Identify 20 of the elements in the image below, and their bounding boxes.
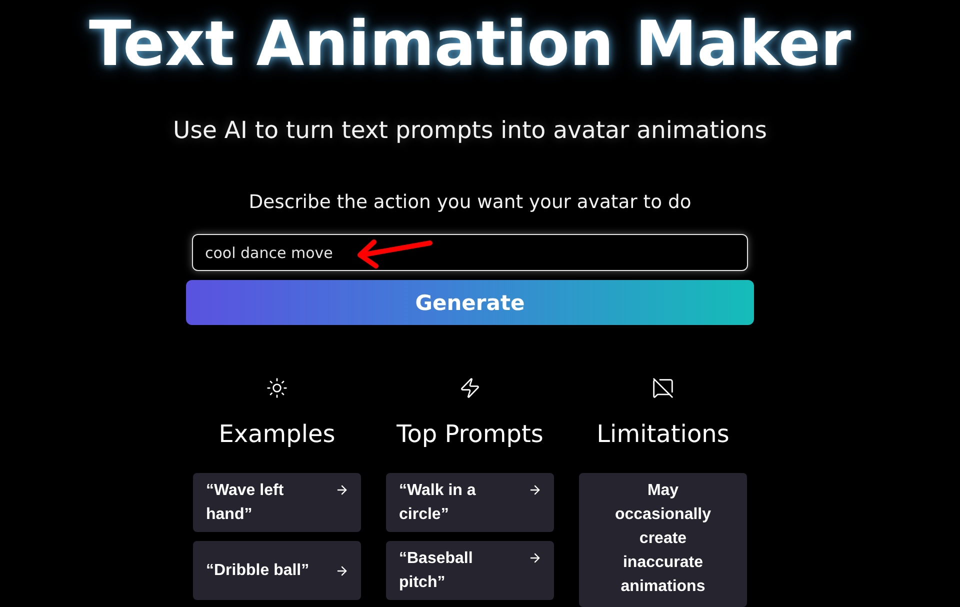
section-heading: Examples <box>218 419 336 449</box>
prompt-card[interactable]: “Wave left hand” <box>193 473 361 532</box>
limitation-note: May occasionally create inaccurate animations <box>579 473 747 607</box>
lightning-icon <box>459 377 481 399</box>
arrow-right-icon <box>528 483 542 497</box>
prompt-input-field[interactable]: cool dance move <box>192 234 748 271</box>
arrow-right-icon <box>528 551 542 565</box>
page-title: Text Animation Maker <box>88 6 852 82</box>
prompt-card[interactable]: “Baseball pitch” <box>386 541 554 600</box>
annotation-arrow-icon <box>356 238 434 270</box>
prompt-label: Describe the action you want your avatar to do <box>248 191 692 215</box>
crossed-speech-bubble-icon <box>652 377 674 399</box>
prompt-card[interactable]: “Dribble ball” <box>193 541 361 600</box>
page-subtitle: Use AI to turn text prompts into avatar animations <box>173 115 767 145</box>
generate-button[interactable]: Generate <box>186 280 754 325</box>
section-heading: Top Prompts <box>396 419 544 449</box>
prompt-card[interactable]: “Walk in a circle” <box>386 473 554 532</box>
arrow-right-icon <box>335 483 349 497</box>
section-heading: Limitations <box>596 419 730 449</box>
sun-icon <box>266 377 288 399</box>
